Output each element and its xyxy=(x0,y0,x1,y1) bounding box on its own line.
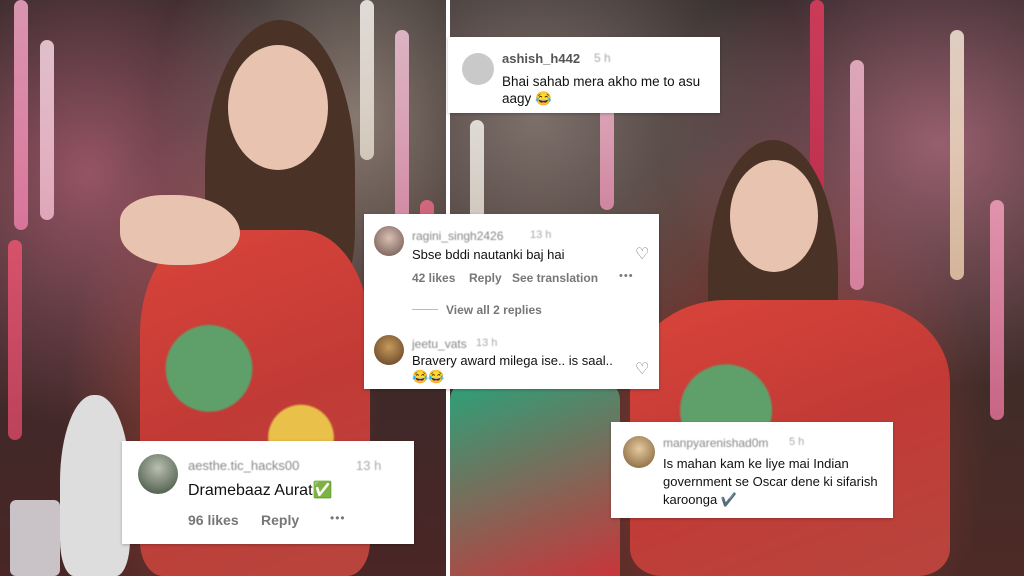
avatar xyxy=(138,454,178,494)
comment-time: 5 h xyxy=(594,51,611,65)
hanging-flowers xyxy=(850,60,864,290)
avatar xyxy=(374,335,404,365)
face xyxy=(730,160,818,272)
avatar xyxy=(462,53,494,85)
hanging-flowers xyxy=(14,0,28,230)
hanging-flowers xyxy=(40,40,54,220)
face xyxy=(228,45,328,170)
comment-time: 13 h xyxy=(530,229,552,241)
comment-username[interactable]: aesthe.tic_hacks00 xyxy=(188,458,299,473)
comment-card: ashish_h442 5 h Bhai sahab mera akho me … xyxy=(448,37,720,113)
comment-text: Bravery award milega ise.. is saal.. 😂😂 xyxy=(412,353,613,384)
ellipsis-icon[interactable]: ••• xyxy=(619,270,634,282)
avatar xyxy=(623,436,655,468)
banner xyxy=(10,500,60,576)
like-count[interactable]: 42 likes xyxy=(412,271,455,285)
like-heart-icon[interactable]: ♡ xyxy=(635,359,649,379)
green-scarf xyxy=(450,380,620,576)
reply-button[interactable]: Reply xyxy=(261,512,299,528)
comment-username[interactable]: jeetu_vats xyxy=(412,337,467,351)
comment-card: aesthe.tic_hacks00 13 h Dramebaaz Aurat✅… xyxy=(122,441,414,544)
avatar xyxy=(374,226,404,256)
view-replies-button[interactable]: View all 2 replies xyxy=(446,303,542,317)
comment-text: Sbse bddi nautanki baj hai xyxy=(412,247,565,262)
see-translation-button[interactable]: See translation xyxy=(512,271,598,285)
hanging-flowers xyxy=(360,0,374,160)
reply-button[interactable]: Reply xyxy=(469,271,502,285)
comment-text: Is mahan kam ke liye mai Indian governme… xyxy=(663,456,878,507)
comment-time: 5 h xyxy=(789,436,805,448)
comment-time: 13 h xyxy=(476,337,498,349)
like-heart-icon[interactable]: ♡ xyxy=(635,244,649,264)
comment-username[interactable]: ashish_h442 xyxy=(502,51,580,66)
hanging-flowers xyxy=(990,200,1004,420)
cameraman xyxy=(60,395,130,576)
hanging-flowers xyxy=(395,30,409,240)
comment-username[interactable]: ragini_singh2426 xyxy=(412,229,503,243)
comment-card: manpyarenishad0m 5 h Is mahan kam ke liy… xyxy=(611,422,893,518)
comment-username[interactable]: manpyarenishad0m xyxy=(663,436,768,450)
comment-text: Bhai sahab mera akho me to asu aagy 😂 xyxy=(502,74,701,106)
comment-time: 13 h xyxy=(356,458,382,473)
hanging-flowers xyxy=(8,240,22,440)
ellipsis-icon[interactable]: ••• xyxy=(330,511,346,525)
comments-card: ragini_singh2426 13 h Sbse bddi nautanki… xyxy=(364,214,659,389)
like-count[interactable]: 96 likes xyxy=(188,512,239,528)
hanging-flowers xyxy=(950,30,964,280)
replies-line xyxy=(412,309,438,310)
comment-text: Dramebaaz Aurat✅ xyxy=(188,482,333,499)
